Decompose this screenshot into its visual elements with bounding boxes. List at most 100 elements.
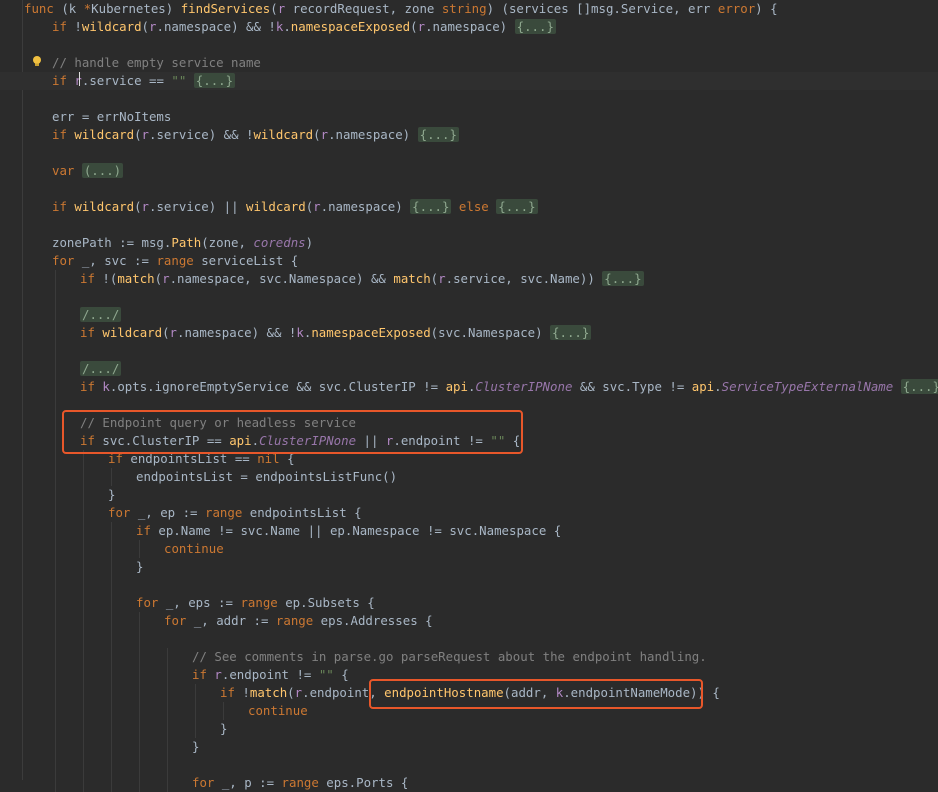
code-line[interactable] [0,36,938,54]
folded-region[interactable]: {...} [550,325,592,340]
code-line[interactable]: zonePath := msg.Path(zone, coredns) [0,234,938,252]
code-text[interactable]: for _, svc := range serviceList { [52,252,298,270]
code-text[interactable]: if r.endpoint != "" { [192,666,349,684]
code-line[interactable] [0,144,938,162]
folded-region[interactable]: {...} [193,73,236,88]
code-line[interactable]: var (...) [0,162,938,180]
code-text[interactable]: // Endpoint query or headless service [80,414,356,432]
code-text[interactable]: // See comments in parse.go parseRequest… [192,648,707,666]
code-line[interactable]: func (k *Kubernetes) findServices(r reco… [0,0,938,18]
code-text[interactable]: endpointsList = endpointsListFunc() [136,468,397,486]
code-line[interactable] [0,342,938,360]
code-line[interactable]: if !match(r.endpoint, endpointHostname(a… [0,684,938,702]
code-line[interactable]: if wildcard(r.service) || wildcard(r.nam… [0,198,938,216]
indent-guide [55,702,56,720]
code-line[interactable]: err = errNoItems [0,108,938,126]
code-line[interactable]: continue [0,702,938,720]
code-token: // Endpoint query or headless service [80,415,357,430]
code-text[interactable]: for _, eps := range ep.Subsets { [136,594,375,612]
code-line[interactable] [0,180,938,198]
indent-guide [139,738,140,756]
code-text[interactable]: if k.opts.ignoreEmptyService && svc.Clus… [80,378,938,396]
code-line[interactable]: if svc.ClusterIP == api.ClusterIPNone ||… [0,432,938,450]
code-text[interactable]: continue [164,540,224,558]
code-text[interactable]: if !wildcard(r.namespace) && !k.namespac… [52,18,556,36]
code-text[interactable]: if wildcard(r.namespace) && !k.namespace… [80,324,592,342]
folded-region[interactable]: {...} [514,19,556,34]
folded-region[interactable]: {...} [900,379,938,394]
code-line[interactable]: if wildcard(r.service) && !wildcard(r.na… [0,126,938,144]
code-line[interactable]: // Endpoint query or headless service [0,414,938,432]
code-line[interactable] [0,396,938,414]
code-line[interactable] [0,288,938,306]
code-line[interactable]: } [0,720,938,738]
code-text[interactable]: err = errNoItems [52,108,171,126]
code-text[interactable]: zonePath := msg.Path(zone, coredns) [52,234,313,252]
code-text[interactable]: /.../ [80,306,122,324]
lightbulb-icon[interactable] [31,55,43,67]
indent-guide [139,540,140,558]
code-line[interactable]: /.../ [0,360,938,378]
folded-region[interactable]: (...) [81,163,124,178]
code-line[interactable]: for _, eps := range ep.Subsets { [0,594,938,612]
code-line[interactable]: if endpointsList == nil { [0,450,938,468]
indent-guide [55,432,56,450]
code-text[interactable]: continue [248,702,308,720]
code-line[interactable]: for _, p := range eps.Ports { [0,774,938,792]
code-text[interactable]: for _, addr := range eps.Addresses { [164,612,433,630]
code-line[interactable]: continue [0,540,938,558]
code-text[interactable]: for _, ep := range endpointsList { [108,504,362,522]
folded-region[interactable]: /.../ [80,361,122,376]
code-line[interactable] [0,216,938,234]
code-line[interactable]: } [0,486,938,504]
indent-guide [111,594,112,612]
code-line[interactable] [0,576,938,594]
code-line[interactable]: if k.opts.ignoreEmptyService && svc.Clus… [0,378,938,396]
code-line[interactable]: for _, addr := range eps.Addresses { [0,612,938,630]
code-line[interactable]: for _, svc := range serviceList { [0,252,938,270]
code-text[interactable]: } [136,558,143,576]
code-editor[interactable]: func (k *Kubernetes) findServices(r reco… [0,0,938,792]
code-line[interactable] [0,756,938,774]
folded-region[interactable]: {...} [496,199,538,214]
code-token: .namespace) [328,127,418,142]
folded-region[interactable]: {...} [410,199,452,214]
code-line[interactable]: if !wildcard(r.namespace) && !k.namespac… [0,18,938,36]
code-text[interactable]: } [108,486,115,504]
folded-region[interactable]: {...} [602,271,644,286]
indent-guide [111,702,112,720]
folded-region[interactable]: /.../ [80,307,122,322]
code-text[interactable]: if wildcard(r.service) && !wildcard(r.na… [52,126,459,144]
code-text[interactable]: if endpointsList == nil { [108,450,295,468]
code-line[interactable]: if ep.Name != svc.Name || ep.Namespace !… [0,522,938,540]
code-token: for [108,505,138,520]
code-text[interactable]: } [192,738,199,756]
code-text[interactable]: } [220,720,227,738]
code-line[interactable] [0,90,938,108]
code-text[interactable]: /.../ [80,360,122,378]
code-line[interactable]: for _, ep := range endpointsList { [0,504,938,522]
code-line[interactable]: if r.endpoint != "" { [0,666,938,684]
code-line[interactable]: } [0,558,938,576]
code-text[interactable]: if ep.Name != svc.Name || ep.Namespace !… [136,522,561,540]
code-line[interactable]: endpointsList = endpointsListFunc() [0,468,938,486]
code-text[interactable]: if !match(r.endpoint, endpointHostname(a… [220,684,720,702]
folded-region[interactable]: {...} [417,127,459,142]
code-line[interactable]: // See comments in parse.go parseRequest… [0,648,938,666]
code-text[interactable]: if wildcard(r.service) || wildcard(r.nam… [52,198,538,216]
code-token: r [169,325,178,340]
code-text[interactable]: // handle empty service name [52,54,261,72]
code-line[interactable] [0,630,938,648]
code-line[interactable]: /.../ [0,306,938,324]
code-line[interactable]: if !(match(r.namespace, svc.Namespace) &… [0,270,938,288]
code-text[interactable]: for _, p := range eps.Ports { [192,774,408,792]
code-text[interactable]: func (k *Kubernetes) findServices(r reco… [24,0,778,18]
code-text[interactable]: var (...) [52,162,124,180]
code-text[interactable]: if !(match(r.namespace, svc.Namespace) &… [80,270,644,288]
code-line[interactable]: } [0,738,938,756]
code-line[interactable]: if r.service == "" {...} [0,72,938,90]
indent-guide [83,720,84,738]
code-line[interactable]: // handle empty service name [0,54,938,72]
code-line[interactable]: if wildcard(r.namespace) && !k.namespace… [0,324,938,342]
code-text[interactable]: if svc.ClusterIP == api.ClusterIPNone ||… [80,432,520,450]
